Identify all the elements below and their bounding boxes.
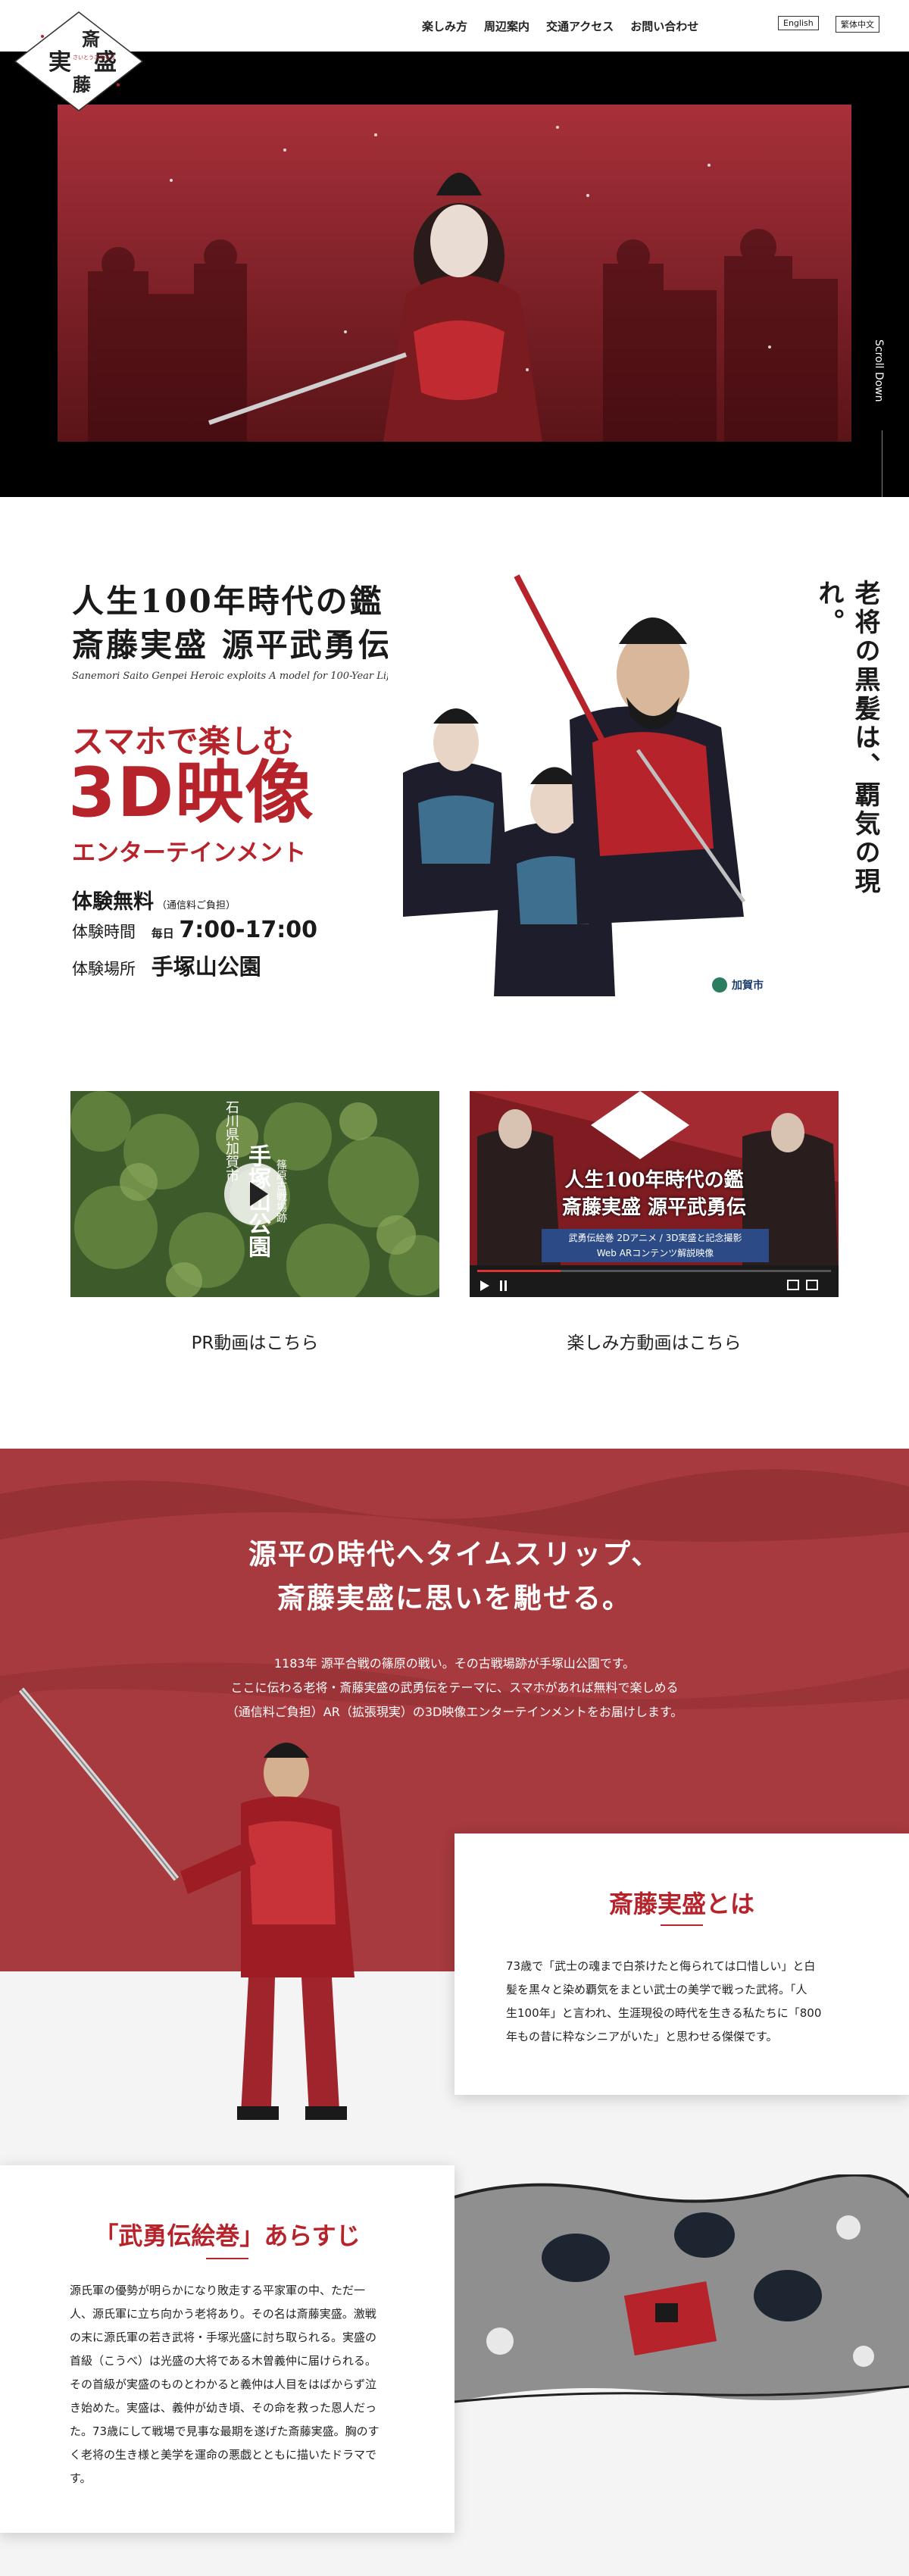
about-title-rule: [661, 1924, 703, 1926]
lang-english-button[interactable]: English: [778, 16, 819, 30]
lang-chinese-button[interactable]: 繁体中文: [836, 16, 879, 33]
hero-samurai-image: [58, 105, 851, 442]
site-logo[interactable]: 斎 実 盛 藤 さいとうさねもり: [12, 9, 145, 114]
time-slip-heading-line2: 斎藤実盛に思いを馳せる。: [277, 1581, 632, 1615]
story-body: 源氏軍の優勢が明らかになり敗走する平家軍の中、ただ一 人、源氏軍に立ち向かう老将…: [70, 2279, 380, 2490]
hero-section: Scroll Down: [0, 52, 909, 497]
nav-contact[interactable]: お問い合わせ: [630, 18, 698, 34]
about-body-line3: 生100年」と言われ、生涯現役の時代を生きる私たちに「800: [506, 2006, 822, 2020]
free-experience: 体験無料 （通信料ご負担）: [72, 885, 236, 914]
time-hours: 7:00-17:00: [179, 917, 317, 943]
story-synopsis-card: 「武勇伝絵巻」あらすじ 源氏軍の優勢が明らかになり敗走する平家軍の中、ただ一 人…: [0, 2165, 454, 2533]
main-nav: 楽しみ方 周辺案内 交通アクセス お問い合わせ: [422, 18, 698, 34]
story-body-line: す。: [70, 2471, 92, 2485]
subtitle-english: Sanemori Saito Genpei Heroic exploits A …: [72, 671, 436, 682]
time-daily: 毎日: [151, 927, 174, 940]
nav-area-guide[interactable]: 周辺案内: [484, 18, 529, 34]
how-to-video-thumbnail[interactable]: 人生100年時代の鑑 斎藤実盛 源平武勇伝 武勇伝絵巻 2Dアニメ / 3D実盛…: [470, 1091, 839, 1297]
main-title-line2: 斎藤実盛 源平武勇伝: [72, 627, 392, 664]
place-value: 手塚山公園: [151, 954, 261, 980]
logo-char-3: 盛: [94, 49, 117, 76]
how-to-video-caption[interactable]: 楽しみ方動画はこちら: [470, 1328, 839, 1354]
experience-time: 体験時間 毎日 7:00-17:00: [72, 917, 317, 943]
logo-char-2: 実: [48, 49, 71, 76]
logo-ruby: さいとうさねもり: [73, 55, 115, 61]
how-to-video-title: 人生100年時代の鑑 斎藤実盛 源平武勇伝: [470, 1167, 839, 1221]
free-note: （通信料ご負担）: [157, 900, 236, 911]
place-label: 体験場所: [72, 960, 136, 978]
time-label: 体験時間: [72, 923, 136, 941]
kaga-city-label: 加賀市: [732, 980, 764, 992]
how-to-video-title-line1: 人生100年時代の鑑: [564, 1169, 744, 1192]
about-body-line2: 髪を黒々と染め覇気をまとい武士の美学で戦った武将。「人: [506, 1983, 807, 1996]
story-body-line: その首級が実盛のものとわかると義仲は人目をはばからず泣: [70, 2377, 377, 2391]
pr-video-play-icon[interactable]: [224, 1163, 286, 1225]
story-body-line: の末に源氏軍の若き武将・手塚光盛に討ち取られる。実盛の: [70, 2331, 377, 2344]
about-title: 斎藤実盛とは: [608, 1890, 754, 1918]
kaga-city-logo: 加賀市: [712, 977, 764, 993]
main-title-line1: 人生100年時代の鑑: [72, 583, 384, 620]
free-label: 体験無料: [72, 890, 154, 914]
vertical-catchcopy: 老将の黒髪は、覇気の現れ。: [814, 580, 880, 896]
time-slip-heading: 源平の時代へタイムスリップ、 斎藤実盛に思いを馳せる。: [0, 1532, 909, 1620]
time-slip-heading-line1: 源平の時代へタイムスリップ、: [248, 1537, 661, 1571]
time-slip-desc-line1: 1183年 源平合戦の篠原の戦い。その古戦場跡が手塚山公園です。: [273, 1656, 636, 1671]
story-body-line: 源氏軍の優勢が明らかになり敗走する平家軍の中、ただ一: [70, 2284, 366, 2297]
about-body-line4: 年もの昔に粋なシニアがいた」と思わせる傑傑です。: [506, 2030, 778, 2043]
entertainment-heading: エンターテインメント: [72, 839, 307, 867]
logo-char-1: 斎: [82, 28, 100, 50]
how-to-video-title-line2: 斎藤実盛 源平武勇伝: [561, 1196, 747, 1219]
pr-video-caption[interactable]: PR動画はこちら: [70, 1328, 439, 1354]
story-body-line: く老将の生き様と美学を運命の悪戯とともに描いたドラマで: [70, 2448, 377, 2462]
story-title-rule: [206, 2258, 248, 2259]
pr-video-thumbnail[interactable]: 石川県加賀市 手塚山公園 篠原古戦場跡: [70, 1091, 439, 1297]
about-body: 73歳で「武士の魂まで白茶けたと侮られては口惜しい」と白 髪を黒々と染め覇気をま…: [506, 1955, 821, 2049]
about-sanemori-card: 斎藤実盛とは 73歳で「武士の魂まで白茶けたと侮られては口惜しい」と白 髪を黒々…: [454, 1834, 909, 2095]
story-scroll-illustration: [454, 2174, 909, 2403]
story-body-line: 人、源氏軍に立ち向かう老将あり。その名は斎藤実盛。激戦: [70, 2307, 376, 2321]
kaga-city-mark-icon: [712, 977, 727, 993]
sanemori-warrior-illustration: [18, 1687, 355, 2120]
scroll-down-label[interactable]: Scroll Down: [873, 339, 885, 402]
how-to-video-band-line1: 武勇伝絵巻 2Dアニメ / 3D実盛と記念撮影: [568, 1233, 742, 1243]
how-to-video-band-line2: Web ARコンテンツ解説映像: [596, 1248, 714, 1258]
story-title: 「武勇伝絵巻」あらすじ: [94, 2221, 361, 2250]
main-title: 人生100年時代の鑑 斎藤実盛 源平武勇伝: [72, 580, 392, 667]
how-to-video-band: 武勇伝絵巻 2Dアニメ / 3D実盛と記念撮影 Web ARコンテンツ解説映像: [542, 1229, 769, 1262]
big-3d-heading: 3D映像: [68, 753, 315, 833]
about-body-line1: 73歳で「武士の魂まで白茶けたと侮られては口惜しい」と白: [506, 1959, 816, 1973]
story-body-line: 首級（こうべ）は光盛の大将である木曽義仲に届けられる。: [70, 2354, 376, 2368]
story-body-line: た。73歳にして戦場で見事な最期を遂げた斎藤実盛。胸のす: [70, 2424, 380, 2438]
samurai-group-illustration: [388, 561, 776, 1004]
experience-place: 体験場所 手塚山公園: [72, 949, 261, 981]
logo-char-4: 藤: [73, 73, 92, 95]
nav-access[interactable]: 交通アクセス: [546, 18, 614, 34]
site-header: 斎 実 盛 藤 さいとうさねもり 楽しみ方 周辺案内 交通アクセス お問い合わせ…: [0, 0, 909, 111]
nav-how-to-enjoy[interactable]: 楽しみ方: [422, 18, 467, 34]
story-body-line: き始めた。実盛は、義仲が幼き頃、その命を救った恩人だっ: [70, 2401, 377, 2415]
